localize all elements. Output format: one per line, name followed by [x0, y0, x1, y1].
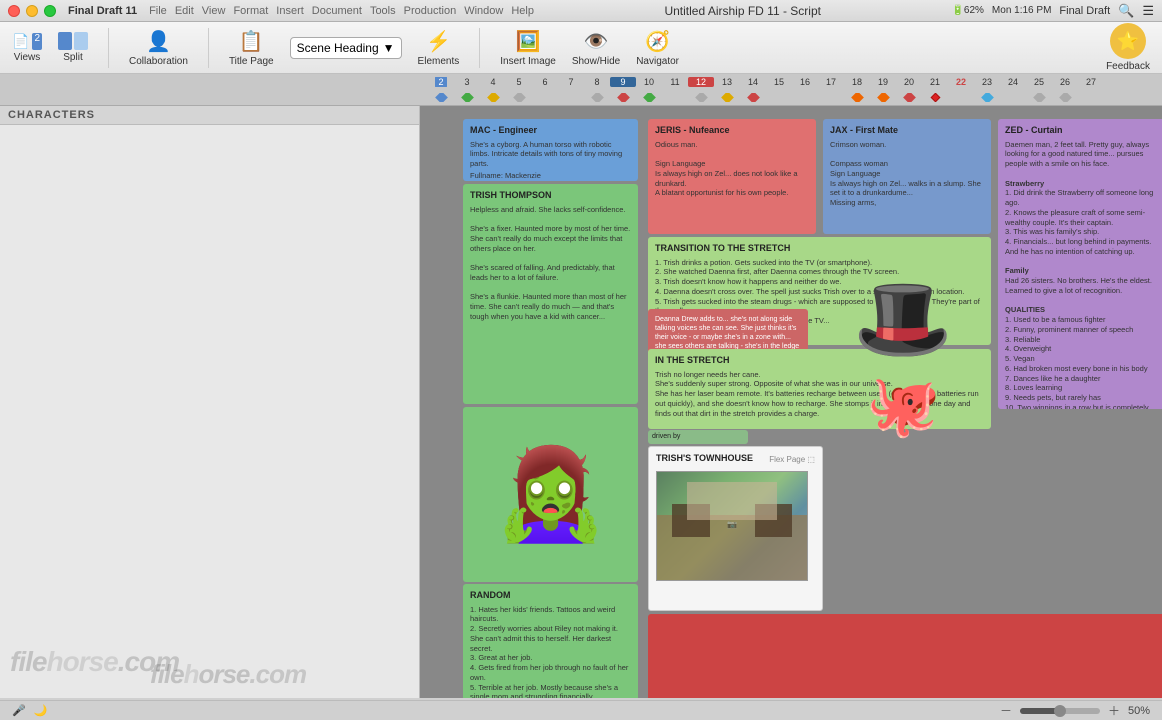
menu-edit[interactable]: Edit: [175, 5, 194, 17]
moon-icon[interactable]: 🌙: [34, 704, 48, 717]
menu-document[interactable]: Document: [312, 5, 362, 17]
split-label: Split: [63, 52, 82, 63]
toolbar: 📄 2 Views Split 👤 Collaboration 📋 Title …: [0, 22, 1162, 74]
card-jax[interactable]: JAX - First Mate Crimson woman.Compass w…: [823, 119, 991, 234]
zoom-handle[interactable]: [1054, 705, 1066, 717]
zoom-level: 50%: [1128, 705, 1150, 717]
scene-heading-select[interactable]: Scene Heading ▼: [290, 37, 402, 59]
card-title: MAC - Engineer: [470, 125, 631, 137]
split-icon: [58, 32, 88, 50]
card-title: JERIS - Nufeance: [655, 125, 809, 137]
clock: Mon 1:16 PM: [992, 5, 1051, 16]
toolbar-elements[interactable]: ⚡ Elements: [418, 29, 460, 67]
ruler: 2 3 4 5 6 7 8 9 10 11 12 13 14 15 16 17 …: [0, 74, 1162, 106]
card-menu[interactable]: Flex Page ⬚: [769, 455, 815, 465]
card-title: TRISH'S TOWNHOUSE: [656, 453, 753, 465]
character-drawing: 🧟‍♀️: [494, 450, 606, 540]
feedback-icon: ⭐: [1110, 23, 1146, 59]
menu-view[interactable]: View: [202, 5, 226, 17]
bottombar: 🎤 🌙 － ＋ 50%: [0, 700, 1162, 720]
card-text: Helpless and afraid. She lacks self-conf…: [470, 205, 631, 322]
status-left: 🎤 🌙: [12, 704, 47, 717]
insert-image-icon: 🖼️: [516, 29, 541, 54]
main-content: CHARACTERS filehorse.com MAC - Engineer …: [0, 106, 1162, 698]
card-trish-thompson[interactable]: TRISH THOMPSON Helpless and afraid. She …: [463, 184, 638, 404]
octopus-hat-illustration: 🎩🐙: [818, 244, 988, 474]
card-mac-engineer[interactable]: MAC - Engineer She's a cyborg. A human t…: [463, 119, 638, 181]
toolbar-split[interactable]: Split: [58, 32, 88, 63]
zoom-out-icon[interactable]: －: [1000, 702, 1012, 719]
minimize-button[interactable]: [26, 5, 38, 17]
card-trishs-townhouse[interactable]: TRISH'S TOWNHOUSE Flex Page ⬚ 📷: [648, 446, 823, 611]
maximize-button[interactable]: [44, 5, 56, 17]
search-icon[interactable]: 🔍: [1118, 3, 1134, 19]
card-title: ZED - Curtain: [1005, 125, 1159, 137]
toolbar-show-hide[interactable]: 👁️ Show/Hide: [572, 29, 620, 67]
toolbar-views[interactable]: 📄 2 Views: [12, 33, 42, 63]
show-hide-icon: 👁️: [584, 29, 609, 54]
menu-format[interactable]: Format: [233, 5, 268, 17]
card-grid: MAC - Engineer She's a cyborg. A human t…: [428, 114, 1162, 698]
insert-image-label: Insert Image: [500, 56, 556, 67]
scene-heading-text: Scene Heading: [297, 41, 379, 55]
menu-file[interactable]: File: [149, 5, 167, 17]
titlebar: Final Draft 11 File Edit View Format Ins…: [0, 0, 1162, 22]
card-text: Daemen man, 2 feet tall. Pretty guy, alw…: [1005, 140, 1159, 409]
toolbar-navigator[interactable]: 🧭 Navigator: [636, 29, 679, 67]
app-name: Final Draft 11: [68, 5, 137, 17]
elements-label: Elements: [418, 56, 460, 67]
card-random[interactable]: RANDOM 1. Hates her kids' friends. Tatto…: [463, 584, 638, 698]
card-zed[interactable]: ZED - Curtain Daemen man, 2 feet tall. P…: [998, 119, 1162, 409]
zoom-controls[interactable]: － ＋ 50%: [1000, 702, 1150, 719]
elements-icon: ⚡: [426, 29, 451, 54]
zoom-in-icon[interactable]: ＋: [1108, 702, 1120, 719]
window-title-right: Final Draft: [1059, 5, 1110, 17]
card-trish-drawing: 🧟‍♀️: [463, 407, 638, 582]
traffic-lights[interactable]: [8, 5, 56, 17]
townhouse-photo: 📷: [656, 471, 808, 581]
card-title: RANDOM: [470, 590, 631, 602]
separator-2: [208, 28, 209, 68]
menu-production[interactable]: Production: [404, 5, 457, 17]
menu-icon[interactable]: ☰: [1142, 3, 1154, 19]
left-panel: CHARACTERS filehorse.com: [0, 106, 420, 698]
card-text: Odious man.Sign LanguageIs always high o…: [655, 140, 809, 199]
card-driven-by: driven by: [648, 430, 748, 444]
title-page-label: Title Page: [229, 56, 274, 67]
dropdown-arrow-icon: ▼: [383, 41, 395, 55]
toolbar-collaboration[interactable]: 👤 Collaboration: [129, 29, 188, 67]
menu-window[interactable]: Window: [464, 5, 503, 17]
titlebar-right: 🔋62% Mon 1:16 PM Final Draft 🔍 ☰: [951, 3, 1154, 19]
feedback-label: Feedback: [1106, 61, 1150, 72]
separator-1: [108, 28, 109, 68]
title-page-icon: 📋: [239, 29, 264, 54]
card-text: 1. Hates her kids' friends. Tattoos and …: [470, 605, 631, 698]
menu-tools[interactable]: Tools: [370, 5, 396, 17]
characters-header: CHARACTERS: [0, 106, 419, 125]
show-hide-label: Show/Hide: [572, 56, 620, 67]
card-text: Crimson woman.Compass womanSign Language…: [830, 140, 984, 208]
collaboration-icon: 👤: [146, 29, 171, 54]
close-button[interactable]: [8, 5, 20, 17]
card-title: JAX - First Mate: [830, 125, 984, 137]
toolbar-feedback[interactable]: ⭐ Feedback: [1106, 23, 1150, 72]
separator-3: [479, 28, 480, 68]
menu-help[interactable]: Help: [511, 5, 534, 17]
navigator-icon: 🧭: [645, 29, 670, 54]
collaboration-label: Collaboration: [129, 56, 188, 67]
toolbar-title-page[interactable]: 📋 Title Page: [229, 29, 274, 67]
views-label: Views: [14, 52, 41, 63]
zoom-slider[interactable]: [1020, 708, 1100, 714]
canvas-area[interactable]: MAC - Engineer She's a cyborg. A human t…: [420, 106, 1162, 698]
menu-insert[interactable]: Insert: [276, 5, 304, 17]
bottom-large-panel: 🐉: [648, 614, 1162, 698]
views-icon: 📄 2: [12, 33, 42, 50]
card-text: She's a cyborg. A human torso with robot…: [470, 140, 631, 169]
card-title: TRISH THOMPSON: [470, 190, 631, 202]
navigator-label: Navigator: [636, 56, 679, 67]
mic-icon[interactable]: 🎤: [12, 704, 26, 717]
card-jeris[interactable]: JERIS - Nufeance Odious man.Sign Languag…: [648, 119, 816, 234]
window-title: Untitled Airship FD 11 - Script: [534, 4, 951, 18]
toolbar-insert-image[interactable]: 🖼️ Insert Image: [500, 29, 556, 67]
